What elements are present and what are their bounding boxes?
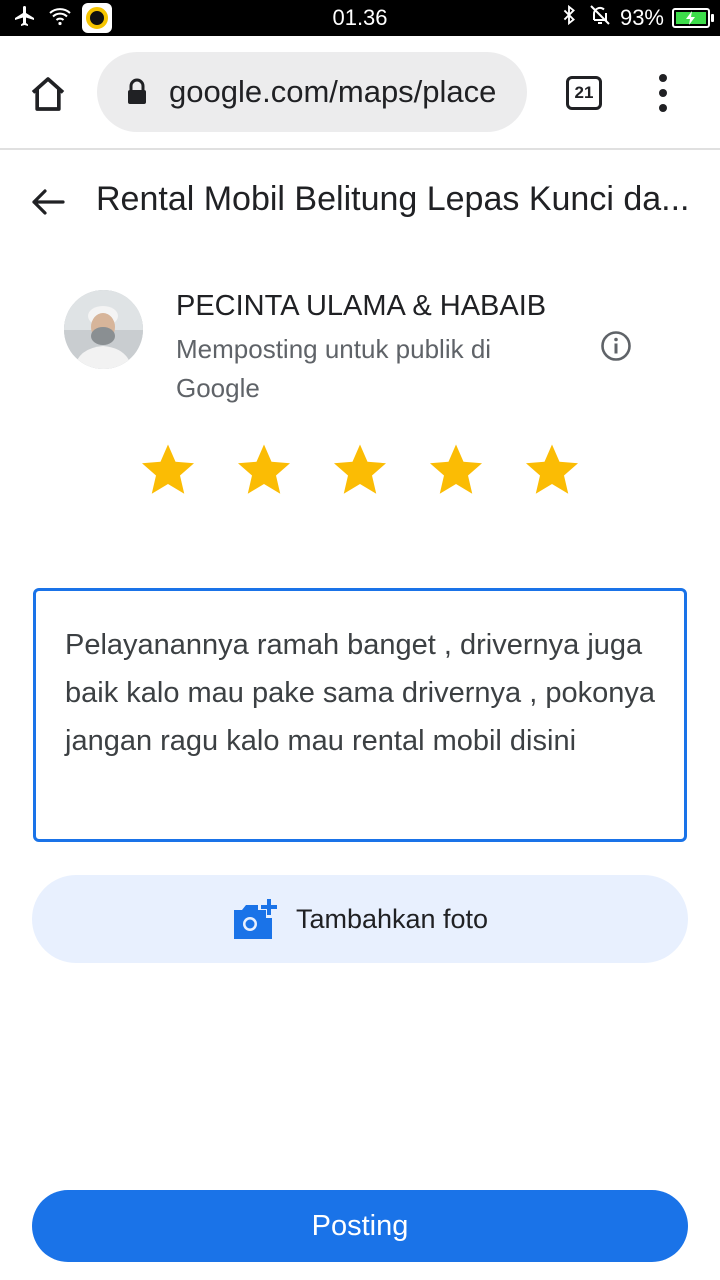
post-button[interactable]: Posting	[32, 1190, 688, 1262]
browser-menu-button[interactable]	[648, 70, 678, 116]
star-4[interactable]	[426, 440, 486, 504]
review-text-field[interactable]: Pelayanannya ramah banget , drivernya ju…	[33, 588, 687, 842]
star-5[interactable]	[522, 440, 582, 504]
battery-icon	[672, 8, 714, 28]
home-icon	[31, 77, 65, 111]
menu-dot	[659, 89, 667, 97]
url-text: google.com/maps/place	[169, 74, 497, 109]
add-photo-label: Tambahkan foto	[295, 903, 489, 934]
star-3[interactable]	[330, 440, 390, 504]
menu-dot	[659, 104, 667, 112]
star-rating	[0, 440, 720, 510]
info-button[interactable]	[600, 330, 632, 362]
mute-notifications-icon	[588, 3, 612, 33]
back-arrow-icon	[32, 189, 65, 215]
user-name: PECINTA ULAMA & HABAIB	[176, 290, 547, 322]
status-bar: 01.36 93%	[0, 0, 720, 36]
page-title: Rental Mobil Belitung Lepas Kunci da...	[96, 180, 690, 218]
status-right-icons: 93%	[558, 3, 714, 33]
add-photo-button[interactable]: Tambahkan foto	[32, 875, 688, 963]
bluetooth-icon	[558, 3, 580, 33]
star-1[interactable]	[138, 440, 198, 504]
info-icon	[601, 331, 631, 361]
home-button[interactable]	[22, 70, 74, 118]
star-2[interactable]	[234, 440, 294, 504]
browser-toolbar: google.com/maps/place 21	[0, 36, 720, 150]
back-button[interactable]	[26, 182, 70, 222]
menu-dot	[659, 74, 667, 82]
lock-icon	[123, 77, 151, 107]
avatar	[64, 290, 143, 369]
address-bar[interactable]: google.com/maps/place	[97, 52, 527, 132]
tab-switcher-button[interactable]: 21	[566, 76, 602, 110]
posting-visibility-note: Memposting untuk publik di Google	[176, 334, 492, 403]
add-photo-icon	[233, 899, 277, 939]
battery-percent: 93%	[619, 5, 664, 30]
